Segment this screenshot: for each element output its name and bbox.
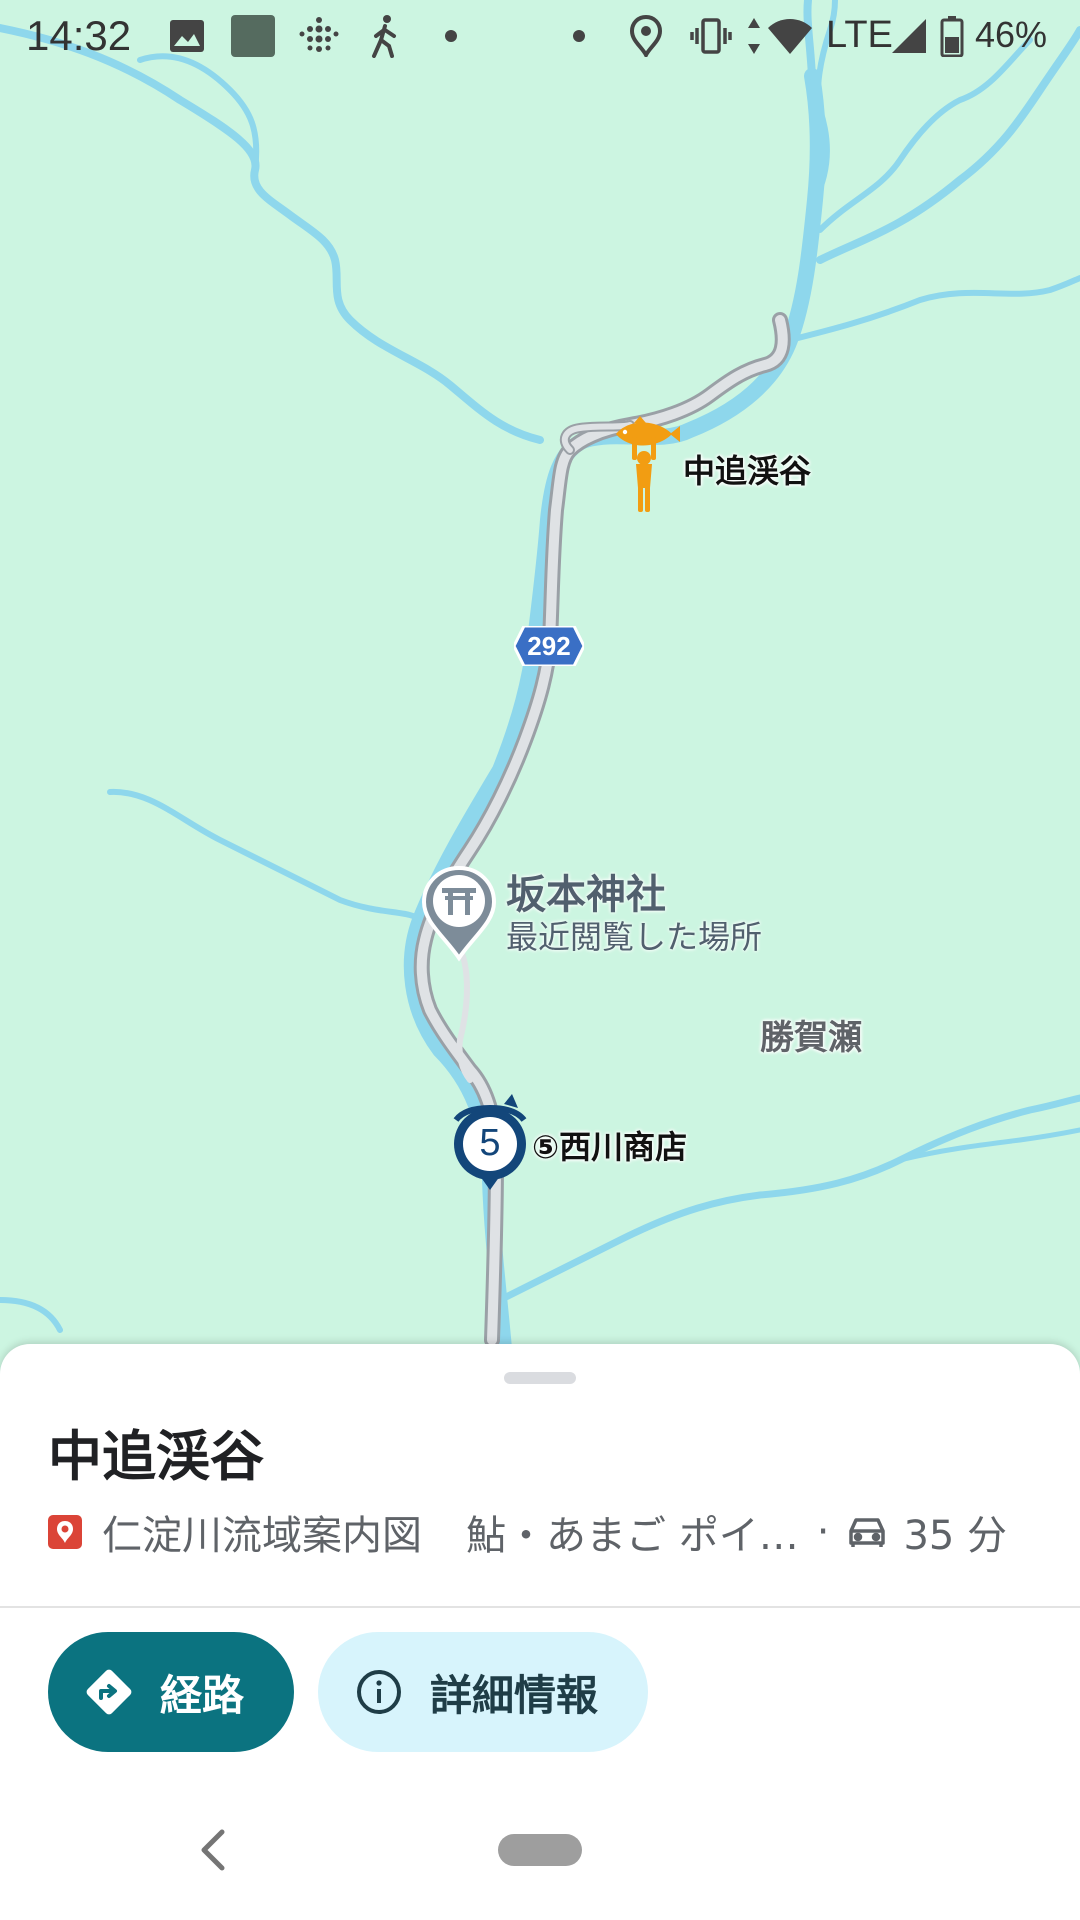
place-description: 鮎・あまご ポイ…: [466, 1513, 799, 1559]
shop-marker-number: 5: [479, 1122, 501, 1164]
map-pin-icon: [48, 1515, 82, 1549]
network-type: LTE: [826, 14, 893, 56]
dot-icon: [572, 14, 586, 58]
details-button[interactable]: 詳細情報: [318, 1632, 648, 1752]
shop-label[interactable]: ⑤西川商店: [532, 1122, 687, 1168]
meta-separator: ·: [816, 1509, 830, 1555]
dot-icon: [444, 14, 458, 58]
home-pill[interactable]: [498, 1834, 582, 1866]
river-ne: [787, 275, 1080, 343]
info-icon: [354, 1667, 404, 1717]
location-icon: [630, 14, 662, 58]
sheet-drag-handle[interactable]: [504, 1372, 576, 1384]
fitbit-icon: [298, 14, 340, 58]
status-time: 14:32: [26, 12, 132, 59]
map-canvas[interactable]: [0, 0, 1080, 1380]
angler-fish-marker[interactable]: [610, 410, 680, 515]
lte-signal-icon: [890, 14, 928, 58]
car-icon: [847, 1515, 887, 1549]
river-nw: [0, 24, 544, 444]
shrine-marker[interactable]: [421, 865, 497, 962]
image-icon: [168, 14, 206, 58]
place-title: 中追渓谷: [48, 1425, 264, 1488]
place-category: 仁淀川流域案内図: [102, 1513, 422, 1559]
directions-icon: [84, 1667, 134, 1717]
battery-icon: [940, 14, 964, 58]
directions-button[interactable]: 経路: [48, 1632, 294, 1752]
destination-label[interactable]: 中追渓谷: [683, 446, 811, 492]
status-bar: 14:32 LTE 46%: [0, 0, 1080, 76]
back-icon[interactable]: [190, 1820, 234, 1880]
system-nav-bar: [0, 1790, 1080, 1920]
river-west: [107, 788, 423, 923]
wifi-icon: [766, 14, 814, 58]
sheet-divider: [0, 1606, 1080, 1608]
route-292-shield: 292: [512, 624, 586, 668]
data-arrows-icon: [746, 14, 762, 58]
map-view[interactable]: 292 中追渓谷 坂本神社 最近閲覧した場所 勝賀瀬 5 ⑤西川商店: [0, 0, 1080, 1380]
place-meta-row: 仁淀川流域案内図 鮎・あまご ポイ… · 35 分: [48, 1504, 1007, 1560]
app-square-icon: [230, 14, 276, 58]
battery-percent: 46%: [975, 14, 1048, 55]
directions-label: 経路: [160, 1670, 245, 1720]
details-label: 詳細情報: [430, 1670, 599, 1720]
route-shield-number: 292: [527, 631, 571, 661]
area-label: 勝賀瀬: [760, 1018, 862, 1058]
drive-time: 35 分: [903, 1513, 1008, 1559]
walking-icon: [368, 14, 402, 58]
shop-marker[interactable]: 5: [448, 1090, 532, 1190]
river-west2: [0, 1297, 63, 1333]
vibrate-icon: [690, 14, 732, 58]
shrine-subtitle: 最近閲覧した場所: [506, 918, 763, 956]
